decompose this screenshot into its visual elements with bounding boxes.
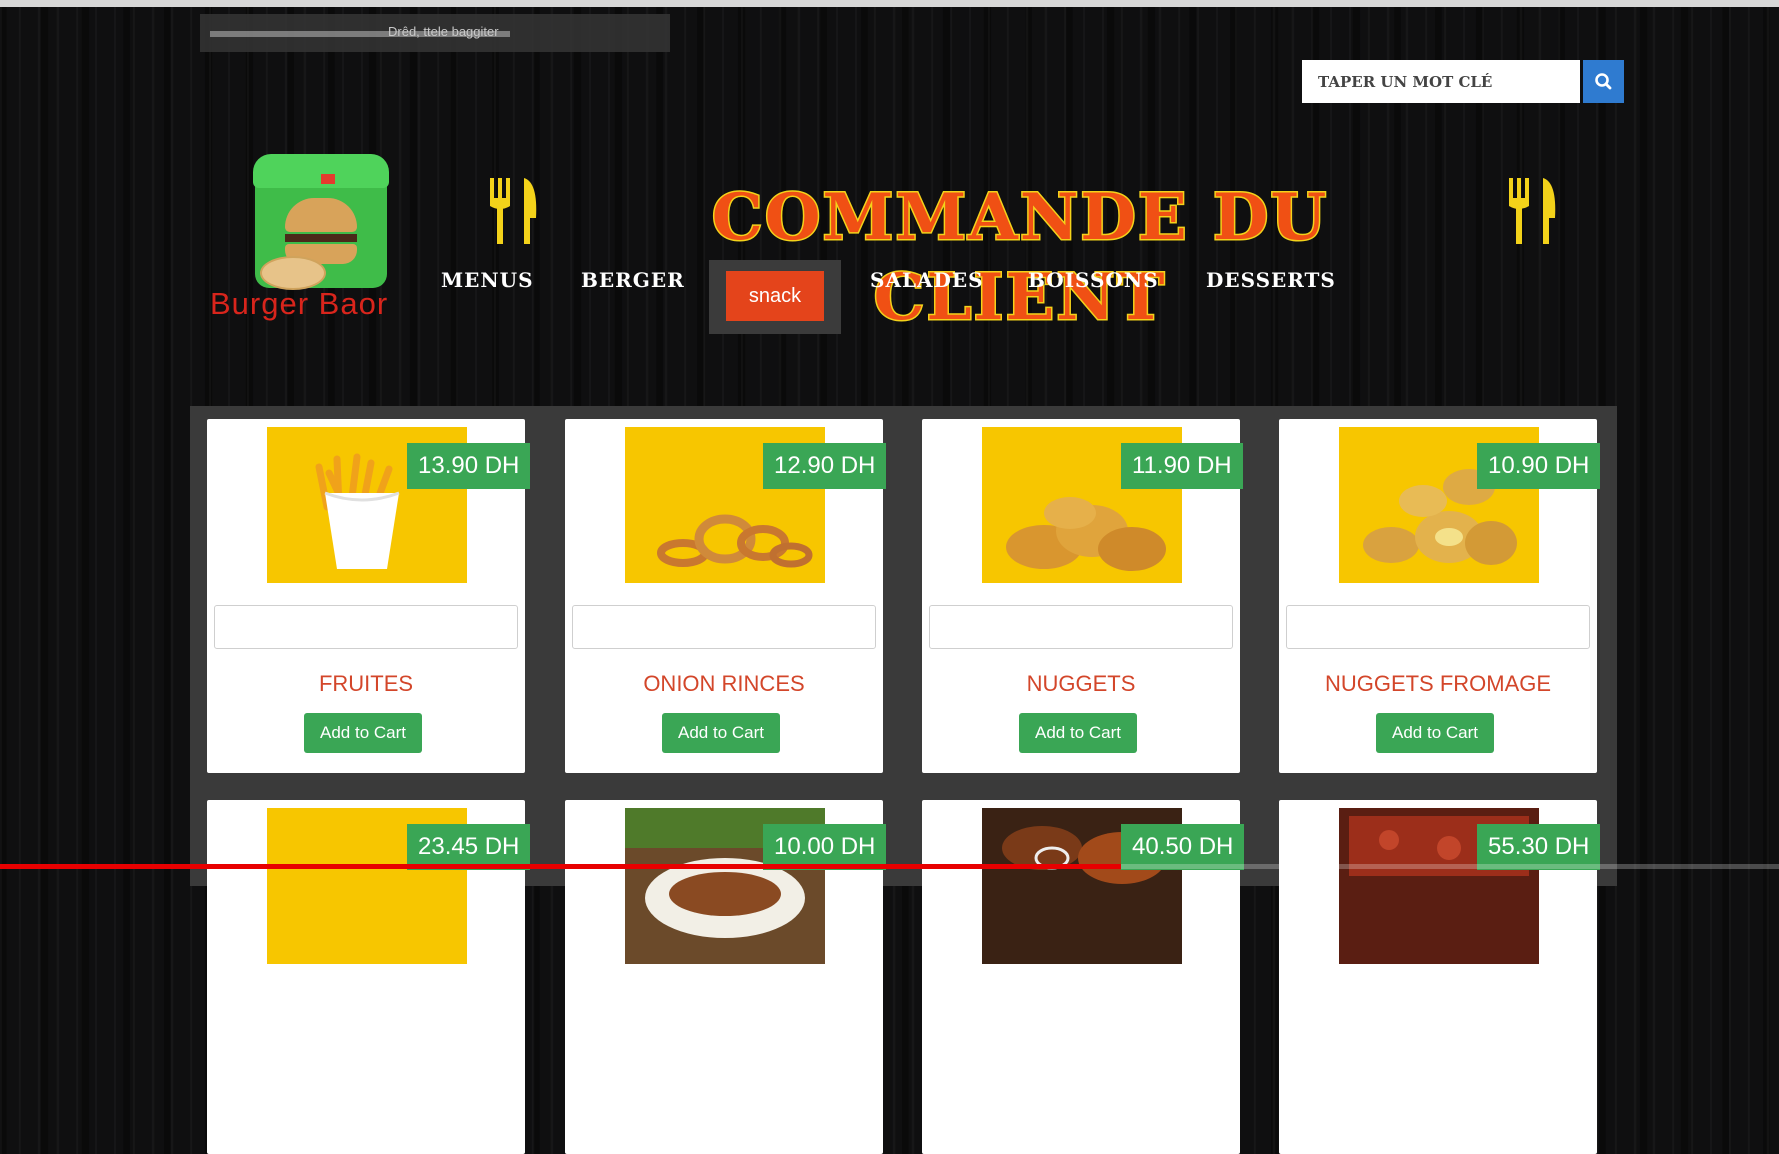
product-card: 40.50 DH: [922, 800, 1245, 1154]
add-to-cart-button[interactable]: Add to Cart: [1376, 713, 1494, 753]
product-name: FRUITES: [318, 671, 414, 696]
cutlery-icon: [490, 178, 537, 244]
product-card: 10.90 DH NUGGETS FROMAGE Add to Cart: [1279, 419, 1601, 773]
product-name: NUGGETS FROMAGE: [1324, 671, 1552, 696]
search-form: [1302, 60, 1624, 103]
search-input[interactable]: [1302, 60, 1580, 103]
product-name: ONION RINCES: [643, 671, 805, 696]
nav-item-snack[interactable]: snack: [726, 271, 824, 321]
product-card: 10.00 DH: [565, 800, 887, 1154]
logo-plate: [260, 256, 326, 290]
window-top-strip: [0, 0, 1779, 7]
product-card: 55.30 DH: [1279, 800, 1601, 1154]
nav-item-menus[interactable]: MENUS: [441, 268, 534, 292]
product-card: 23.45 DH: [207, 800, 531, 1154]
product-card: 11.90 DH NUGGETS Add to Cart: [922, 419, 1243, 773]
brand-name: Burger Baor: [210, 286, 389, 321]
nav-item-salades[interactable]: SALADES: [870, 268, 984, 292]
product-name: NUGGETS: [1026, 671, 1136, 696]
product-grid: 13.90 DH FRUITES Add to Cart 12.90 DH ON…: [190, 406, 1617, 1154]
description-box: [214, 605, 518, 649]
add-to-cart-button[interactable]: Add to Cart: [662, 713, 780, 753]
logo-bun-top: [285, 198, 357, 232]
blurred-top-bar: Drêd, ttele baggiter: [200, 14, 670, 52]
video-progress-played: [0, 864, 1121, 869]
add-to-cart-button[interactable]: Add to Cart: [1019, 713, 1137, 753]
cutlery-icon: [1509, 178, 1556, 244]
nav-item-berger[interactable]: BERGER: [581, 268, 685, 292]
nav-item-boissons[interactable]: BOISSONS: [1028, 268, 1159, 292]
logo-patty: [285, 234, 357, 242]
logo-red-mark: [321, 174, 335, 184]
price-badge: 10.90 DH: [1477, 443, 1601, 489]
page-title: COMMANDE DU CLIENT: [710, 179, 1329, 337]
product-card: 13.90 DH FRUITES Add to Cart: [207, 419, 531, 773]
description-box: [929, 605, 1233, 649]
price-badge: 12.90 DH: [763, 443, 887, 489]
search-icon: [1595, 73, 1612, 90]
video-progress-bar[interactable]: [0, 864, 1779, 869]
burger-logo[interactable]: [253, 154, 389, 290]
add-to-cart-button[interactable]: Add to Cart: [304, 713, 422, 753]
product-card: 12.90 DH ONION RINCES Add to Cart: [565, 419, 887, 773]
description-box: [1286, 605, 1590, 649]
nav-item-desserts[interactable]: DESSERTS: [1206, 268, 1336, 292]
search-button[interactable]: [1583, 60, 1624, 103]
blurred-top-text: Drêd, ttele baggiter: [388, 24, 499, 39]
price-badge: 13.90 DH: [407, 443, 531, 489]
nav-active-wrapper: snack: [709, 260, 841, 334]
price-badge: 11.90 DH: [1121, 443, 1243, 489]
description-box: [572, 605, 876, 649]
